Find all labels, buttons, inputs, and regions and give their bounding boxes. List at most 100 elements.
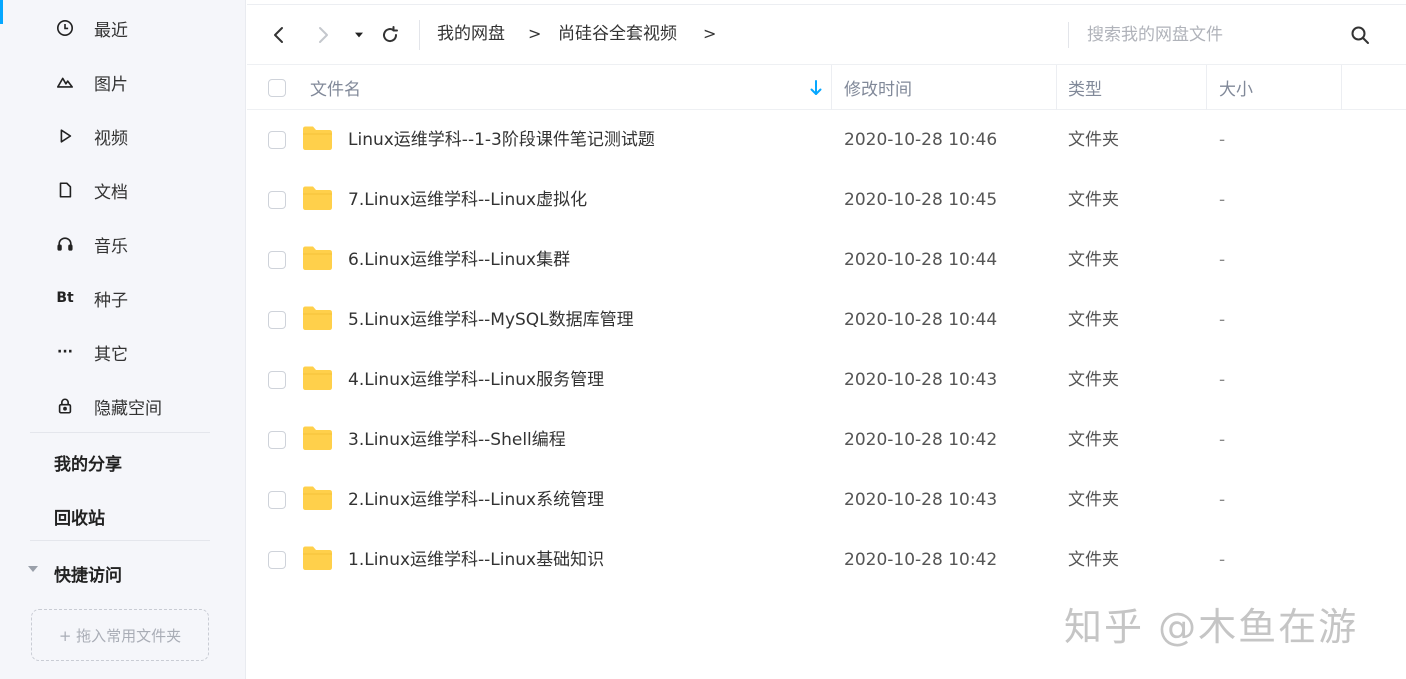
- column-divider[interactable]: [1056, 65, 1057, 110]
- drop-zone[interactable]: + 拖入常用文件夹: [31, 609, 209, 661]
- sidebar-item-documents[interactable]: 文档: [54, 178, 128, 203]
- file-type: 文件夹: [1068, 130, 1119, 150]
- file-name[interactable]: 3.Linux运维学科--Shell编程: [348, 428, 566, 452]
- table-row[interactable]: 6.Linux运维学科--Linux集群 2020-10-28 10:44 文件夹 -: [247, 230, 1406, 290]
- file-name[interactable]: Linux运维学科--1-3阶段课件笔记测试题: [348, 128, 655, 152]
- sidebar-item-images[interactable]: 图片: [54, 70, 128, 95]
- headphones-icon: [54, 233, 76, 255]
- sidebar-item-label: 音乐: [94, 236, 128, 257]
- toolbar-top-border: [247, 4, 1406, 5]
- sidebar-item-label: 其它: [94, 344, 128, 365]
- column-header-type[interactable]: 类型: [1068, 65, 1102, 110]
- play-icon: [54, 125, 76, 147]
- sidebar-item-label: 视频: [94, 128, 128, 149]
- file-size: -: [1219, 370, 1226, 390]
- column-divider[interactable]: [831, 65, 832, 110]
- file-name[interactable]: 7.Linux运维学科--Linux虚拟化: [348, 188, 587, 212]
- clock-icon: [54, 17, 76, 39]
- column-header-name[interactable]: 文件名: [310, 65, 361, 110]
- modified-time: 2020-10-28 10:42: [844, 430, 998, 450]
- modified-time: 2020-10-28 10:45: [844, 190, 998, 210]
- more-icon: ···: [57, 344, 73, 360]
- file-size: -: [1219, 130, 1226, 150]
- breadcrumb-separator: >: [528, 24, 542, 43]
- table-row[interactable]: 2.Linux运维学科--Linux系统管理 2020-10-28 10:43 文件…: [247, 470, 1406, 530]
- file-size: -: [1219, 250, 1226, 270]
- row-checkbox[interactable]: [268, 191, 286, 209]
- back-button[interactable]: [269, 22, 289, 48]
- row-checkbox[interactable]: [268, 311, 286, 329]
- file-name[interactable]: 6.Linux运维学科--Linux集群: [348, 248, 570, 272]
- sidebar-item-videos[interactable]: 视频: [54, 124, 128, 149]
- refresh-button[interactable]: [379, 22, 401, 48]
- modified-time: 2020-10-28 10:43: [844, 490, 998, 510]
- file-type: 文件夹: [1068, 430, 1119, 450]
- file-name[interactable]: 2.Linux运维学科--Linux系统管理: [348, 488, 604, 512]
- table-row[interactable]: 7.Linux运维学科--Linux虚拟化 2020-10-28 10:45 文件夹…: [247, 170, 1406, 230]
- sidebar-item-music[interactable]: 音乐: [54, 232, 128, 257]
- sidebar-active-indicator: [0, 0, 3, 24]
- toolbar: 我的网盘 > 尚硅谷全套视频 >: [247, 0, 1406, 64]
- search-icon: [1351, 26, 1369, 44]
- column-header-modified[interactable]: 修改时间: [844, 65, 912, 110]
- row-checkbox[interactable]: [268, 371, 286, 389]
- sidebar-divider: [30, 432, 210, 433]
- chevron-right-icon: [319, 27, 328, 43]
- folder-icon: [303, 366, 332, 390]
- file-type: 文件夹: [1068, 310, 1119, 330]
- column-divider[interactable]: [1206, 65, 1207, 110]
- toolbar-divider: [419, 20, 420, 50]
- table-row[interactable]: 3.Linux运维学科--Shell编程 2020-10-28 10:42 文件夹 -: [247, 410, 1406, 470]
- image-icon: [54, 71, 76, 93]
- folder-icon: [303, 126, 332, 150]
- row-checkbox[interactable]: [268, 431, 286, 449]
- refresh-icon: [383, 26, 398, 43]
- modified-time: 2020-10-28 10:44: [844, 310, 998, 330]
- file-name[interactable]: 1.Linux运维学科--Linux基础知识: [348, 548, 604, 572]
- folder-icon: [303, 486, 332, 510]
- folder-icon: [303, 246, 332, 270]
- sidebar-item-label: 隐藏空间: [94, 398, 162, 419]
- sidebar-item-label: 图片: [94, 74, 128, 95]
- table-row[interactable]: 1.Linux运维学科--Linux基础知识 2020-10-28 10:42 文件…: [247, 530, 1406, 590]
- sidebar-item-my-share[interactable]: 我的分享: [54, 450, 122, 475]
- search-button[interactable]: [1347, 22, 1373, 48]
- sidebar-item-hidden-space[interactable]: 隐藏空间: [54, 394, 162, 419]
- watermark: 知乎 @木鱼在游: [1064, 605, 1359, 649]
- column-divider[interactable]: [1341, 65, 1342, 110]
- row-checkbox[interactable]: [268, 551, 286, 569]
- collapse-caret-icon[interactable]: [28, 566, 38, 572]
- folder-icon: [303, 546, 332, 570]
- forward-button[interactable]: [313, 22, 333, 48]
- file-type: 文件夹: [1068, 190, 1119, 210]
- search-input[interactable]: [1087, 20, 1327, 50]
- table-row[interactable]: 4.Linux运维学科--Linux服务管理 2020-10-28 10:43 文件…: [247, 350, 1406, 410]
- sidebar-item-label: 最近: [94, 20, 128, 41]
- modified-time: 2020-10-28 10:42: [844, 550, 998, 570]
- file-name[interactable]: 5.Linux运维学科--MySQL数据库管理: [348, 308, 634, 332]
- select-all-checkbox[interactable]: [268, 65, 286, 110]
- file-name[interactable]: 4.Linux运维学科--Linux服务管理: [348, 368, 604, 392]
- row-checkbox[interactable]: [268, 491, 286, 509]
- history-dropdown-button[interactable]: [351, 22, 367, 48]
- row-checkbox[interactable]: [268, 251, 286, 269]
- sidebar-item-recent[interactable]: 最近: [54, 16, 128, 41]
- row-checkbox[interactable]: [268, 131, 286, 149]
- caret-down-icon: [355, 32, 363, 38]
- modified-time: 2020-10-28 10:43: [844, 370, 998, 390]
- table-row[interactable]: 5.Linux运维学科--MySQL数据库管理 2020-10-28 10:44 文…: [247, 290, 1406, 350]
- sidebar-quick-access[interactable]: 快捷访问: [54, 561, 122, 586]
- sidebar-item-others[interactable]: ··· 其它: [54, 340, 128, 365]
- file-size: -: [1219, 550, 1226, 570]
- search-divider: [1068, 22, 1069, 48]
- breadcrumb-current-folder[interactable]: 尚硅谷全套视频: [558, 22, 677, 46]
- table-row[interactable]: Linux运维学科--1-3阶段课件笔记测试题 2020-10-28 10:46 文…: [247, 110, 1406, 170]
- sidebar-item-torrents[interactable]: Bt 种子: [54, 286, 128, 311]
- sidebar-item-recycle-bin[interactable]: 回收站: [54, 504, 105, 529]
- sidebar-item-label: 种子: [94, 290, 128, 311]
- breadcrumb-my-drive[interactable]: 我的网盘: [437, 22, 505, 46]
- column-header-size[interactable]: 大小: [1219, 65, 1253, 110]
- sort-arrow-down-icon[interactable]: [809, 79, 823, 97]
- file-type: 文件夹: [1068, 250, 1119, 270]
- file-type: 文件夹: [1068, 550, 1119, 570]
